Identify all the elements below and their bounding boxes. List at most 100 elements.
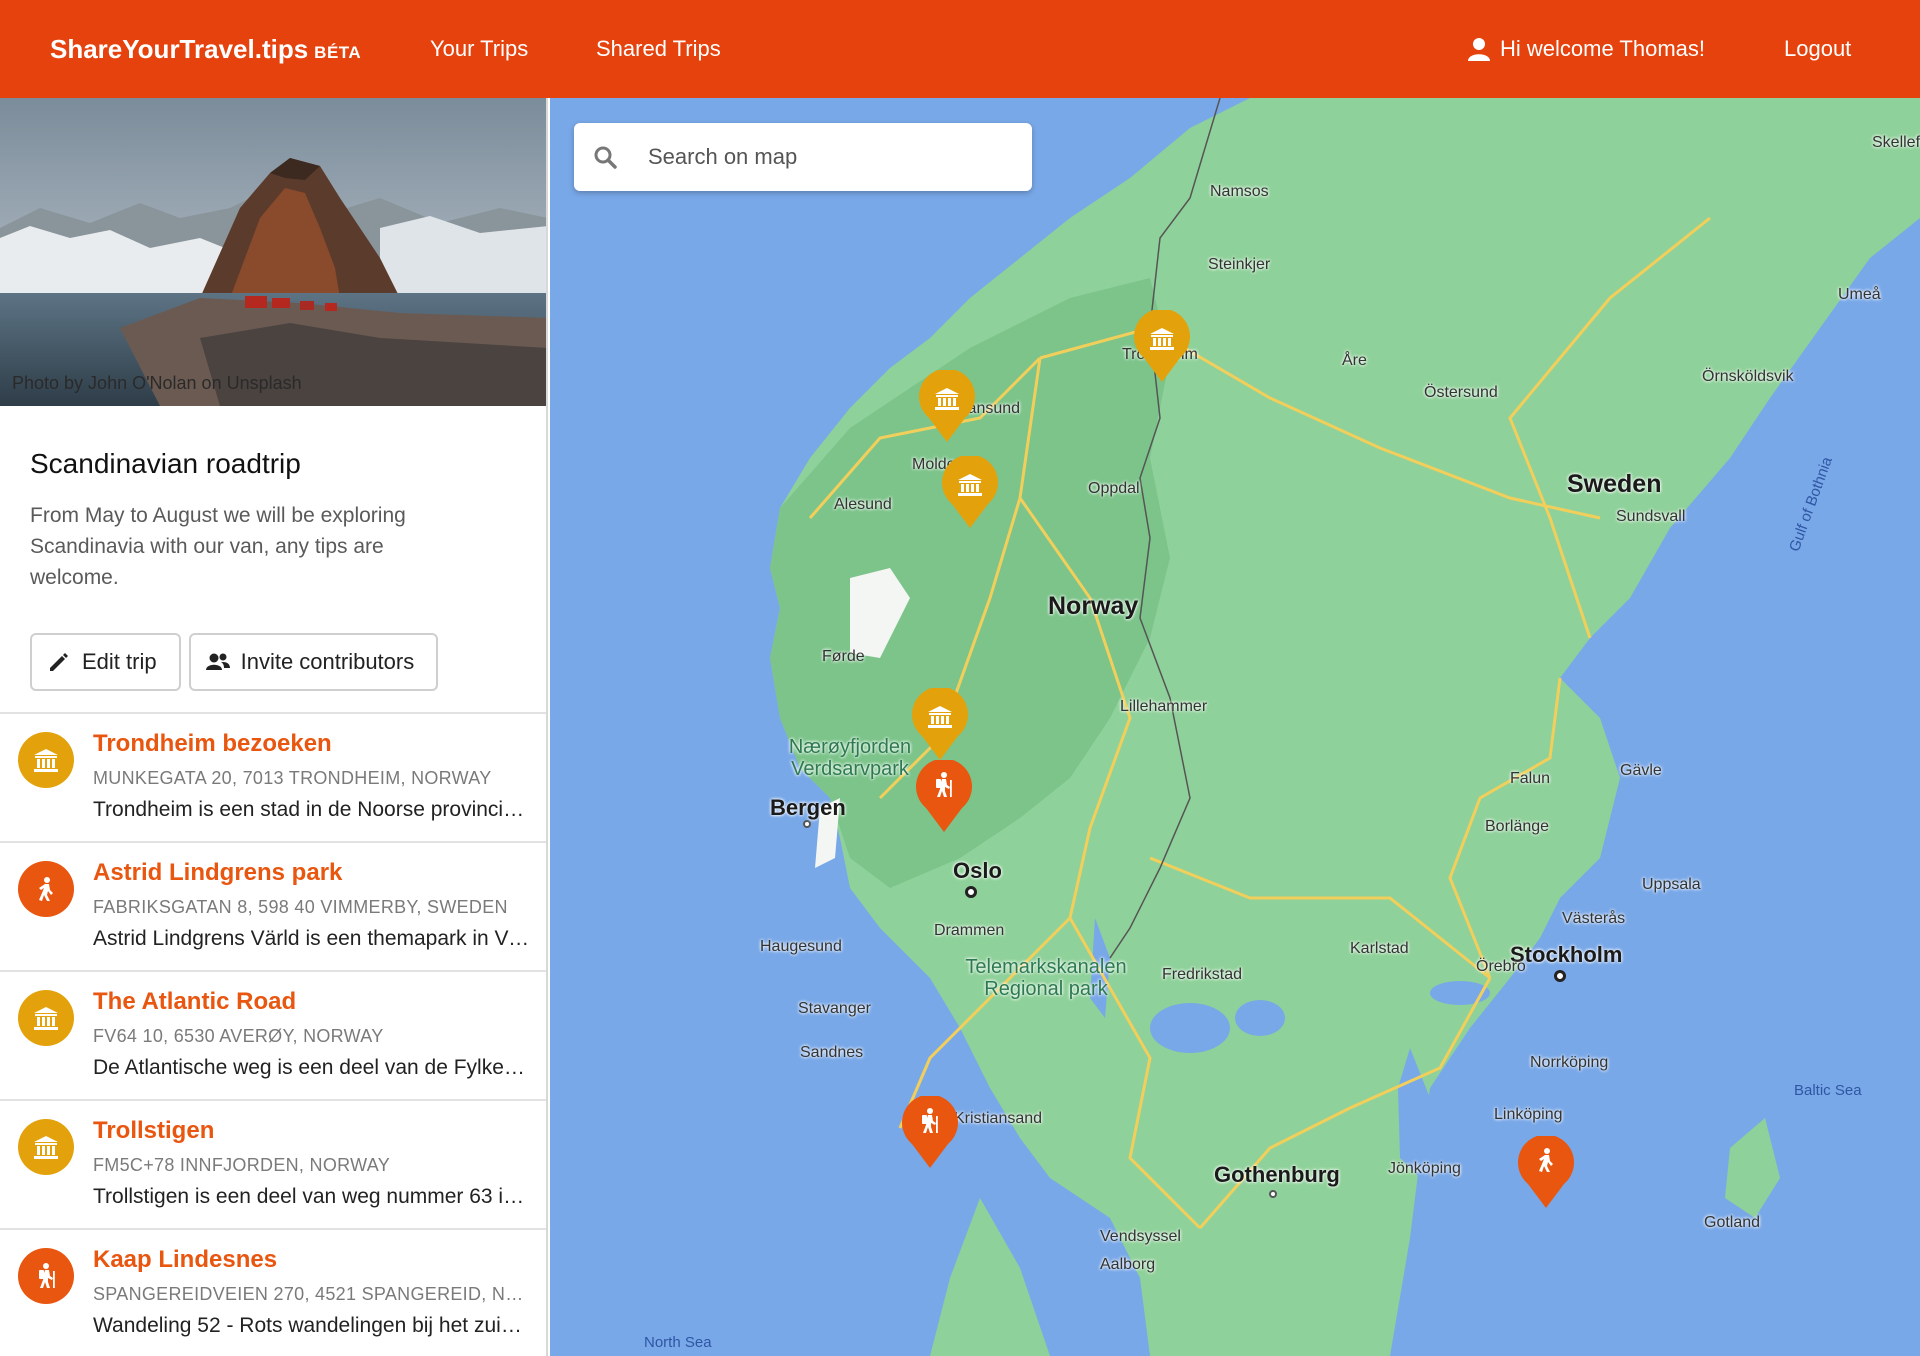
- city-label: Vendsyssel: [1100, 1228, 1181, 1245]
- city-label: Norrköping: [1530, 1054, 1609, 1071]
- city-label: Gävle: [1620, 762, 1662, 779]
- trip-title: Scandinavian roadtrip: [30, 448, 301, 479]
- museum-icon: [18, 732, 74, 788]
- city-label: Östersund: [1424, 384, 1498, 401]
- brand-name[interactable]: ShareYourTravel.tips: [50, 34, 308, 64]
- place-title[interactable]: Trollstigen: [93, 1117, 214, 1145]
- place-description: Trondheim is een stad in de Noorse provi…: [93, 798, 533, 821]
- place-address: MUNKEGATA 20, 7013 TRONDHEIM, NORWAY: [93, 768, 492, 788]
- city-label: Västerås: [1562, 910, 1626, 927]
- users-icon: [205, 653, 230, 670]
- capital-dot: [965, 886, 977, 898]
- place-title[interactable]: Trondheim bezoeken: [93, 730, 332, 758]
- city-label: Namsos: [1210, 183, 1269, 200]
- city-label: Uppsala: [1642, 876, 1701, 893]
- place-description: Trollstigen is een deel van weg nummer 6…: [93, 1185, 533, 1208]
- city-label: Skellefteå: [1872, 134, 1920, 151]
- place-list-item[interactable]: The Atlantic Road FV64 10, 6530 AVERØY, …: [0, 972, 546, 1101]
- hiking-pin[interactable]: [914, 760, 974, 834]
- trip-actions: Edit trip Invite contributors: [30, 633, 516, 691]
- country-label: Sweden: [1567, 470, 1662, 498]
- place-list-item[interactable]: Astrid Lindgrens park FABRIKSGATAN 8, 59…: [0, 843, 546, 972]
- map-search-input[interactable]: [632, 144, 992, 170]
- city-label: Jönköping: [1388, 1160, 1461, 1177]
- trip-cover-photo: Photo by John O'Nolan on Unsplash: [0, 98, 546, 406]
- city-label: Sandnes: [800, 1044, 864, 1061]
- edit-trip-button[interactable]: Edit trip: [30, 633, 181, 691]
- city-label: Åre: [1342, 352, 1367, 369]
- place-title[interactable]: The Atlantic Road: [93, 988, 296, 1016]
- invite-contributors-button[interactable]: Invite contributors: [188, 633, 439, 691]
- place-description: Astrid Lindgrens Värld is een themapark …: [93, 927, 533, 950]
- museum-icon: [18, 1119, 74, 1175]
- city-label: Haugesund: [760, 938, 842, 955]
- country-label: Norway: [1048, 592, 1139, 620]
- city-label: Falun: [1510, 770, 1551, 787]
- city-label: Sundsvall: [1616, 508, 1686, 525]
- city-label: Bergen: [770, 795, 846, 820]
- place-title[interactable]: Astrid Lindgrens park: [93, 859, 342, 887]
- map-search-bar[interactable]: [574, 123, 1032, 191]
- trip-info: Scandinavian roadtrip From May to August…: [0, 406, 546, 714]
- place-address: FABRIKSGATAN 8, 598 40 VIMMERBY, SWEDEN: [93, 897, 508, 917]
- place-address: FV64 10, 6530 AVERØY, NORWAY: [93, 1026, 384, 1046]
- trip-description: From May to August we will be exploring …: [30, 504, 406, 589]
- place-description: Wandeling 52 - Rots wandelingen bij het …: [93, 1314, 533, 1337]
- nav-shared-trips[interactable]: Shared Trips: [596, 36, 721, 62]
- city-label: Steinkjer: [1208, 256, 1271, 273]
- nav-your-trips[interactable]: Your Trips: [430, 36, 528, 62]
- place-list-item[interactable]: Trondheim bezoeken MUNKEGATA 20, 7013 TR…: [0, 714, 546, 843]
- city-dot: [803, 820, 811, 828]
- park-label: Nærøyfjorden Verdsarvpark: [788, 736, 912, 780]
- hiking-icon: [18, 1248, 74, 1304]
- search-icon: [594, 146, 617, 169]
- place-title[interactable]: Kaap Lindesnes: [93, 1246, 277, 1274]
- hiking-pin[interactable]: [900, 1096, 960, 1170]
- city-label: Stavanger: [798, 1000, 871, 1017]
- capital-dot: [1554, 970, 1566, 982]
- museum-icon: [18, 990, 74, 1046]
- city-dot: [1269, 1190, 1277, 1198]
- greeting-text: Hi welcome Thomas!: [1500, 36, 1705, 61]
- city-label: Fredrikstad: [1162, 966, 1243, 983]
- city-label: Oslo: [953, 858, 1002, 883]
- user-icon: [1468, 38, 1490, 61]
- city-label: Førde: [822, 648, 865, 665]
- sea-label: North Sea: [644, 1334, 712, 1351]
- user-greeting[interactable]: Hi welcome Thomas!: [1468, 36, 1705, 62]
- city-label: Aalborg: [1100, 1256, 1156, 1273]
- trip-sidebar: Photo by John O'Nolan on Unsplash Scandi…: [0, 98, 548, 1356]
- city-label: Alesund: [834, 496, 892, 513]
- logout-link[interactable]: Logout: [1784, 36, 1851, 62]
- city-label: Lillehammer: [1120, 698, 1208, 715]
- city-label: Umeå: [1838, 286, 1881, 303]
- city-label: Örnsköldsvik: [1702, 368, 1794, 385]
- city-label: Borlänge: [1485, 818, 1550, 835]
- city-label: Gotland: [1704, 1214, 1761, 1231]
- map-view[interactable]: Norway Sweden Oslo Stockholm Bergen Goth…: [550, 98, 1920, 1356]
- top-navbar: ShareYourTravel.tips BÉTA Your Trips Shar…: [0, 0, 1920, 98]
- city-label: Oppdal: [1088, 480, 1140, 497]
- invite-contributors-label: Invite contributors: [240, 649, 415, 674]
- city-label: Karlstad: [1350, 940, 1409, 957]
- museum-pin[interactable]: [917, 370, 977, 444]
- place-address: FM5C+78 INNFJORDEN, NORWAY: [93, 1155, 391, 1175]
- city-label: Linköping: [1494, 1106, 1563, 1123]
- city-label: Örebro: [1476, 958, 1526, 975]
- museum-pin[interactable]: [940, 456, 1000, 530]
- place-address: SPANGEREIDVEIEN 270, 4521 SPANGEREID, NO…: [93, 1284, 533, 1304]
- place-list-item[interactable]: Trollstigen FM5C+78 INNFJORDEN, NORWAY T…: [0, 1101, 546, 1230]
- park-label: Telemarkskanalen Regional park: [965, 956, 1127, 1000]
- city-label: Stockholm: [1510, 942, 1623, 967]
- museum-pin[interactable]: [910, 688, 970, 762]
- walking-icon: [18, 861, 74, 917]
- edit-trip-label: Edit trip: [82, 649, 157, 674]
- place-list-item[interactable]: Kaap Lindesnes SPANGEREIDVEIEN 270, 4521…: [0, 1230, 546, 1356]
- city-label: Drammen: [934, 922, 1005, 939]
- brand-logo[interactable]: ShareYourTravel.tips BÉTA: [50, 34, 361, 65]
- museum-pin[interactable]: [1132, 310, 1192, 384]
- cover-image: [0, 98, 546, 406]
- sea-label: Baltic Sea: [1794, 1082, 1862, 1099]
- walking-pin[interactable]: [1516, 1136, 1576, 1210]
- city-label: Kristiansand: [954, 1110, 1043, 1127]
